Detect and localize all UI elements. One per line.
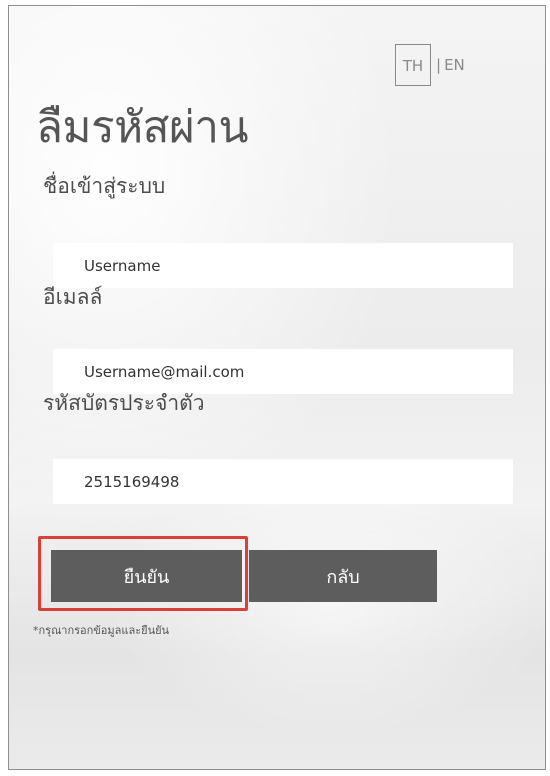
email-label: อีเมลล์: [43, 285, 103, 309]
language-th-option[interactable]: TH: [395, 44, 431, 86]
form-hint: *กรุณากรอกข้อมูลและยืนยัน: [33, 624, 170, 637]
language-separator: |: [436, 56, 442, 74]
username-label: ชื่อเข้าสู่ระบบ: [43, 174, 166, 198]
forgot-password-panel: TH | EN ลืมรหัสผ่าน ชื่อเข้าสู่ระบบ อีเม…: [8, 5, 546, 770]
username-field[interactable]: [53, 243, 513, 288]
id-card-field[interactable]: [53, 459, 513, 504]
page-title: ลืมรหัสผ่าน: [36, 102, 249, 153]
language-switcher: TH | EN: [395, 43, 465, 87]
language-en-option[interactable]: EN: [444, 56, 465, 74]
id-card-label: รหัสบัตรประจำตัว: [43, 391, 205, 415]
back-button[interactable]: กลับ: [249, 550, 437, 602]
confirm-button-highlight: [38, 536, 248, 611]
